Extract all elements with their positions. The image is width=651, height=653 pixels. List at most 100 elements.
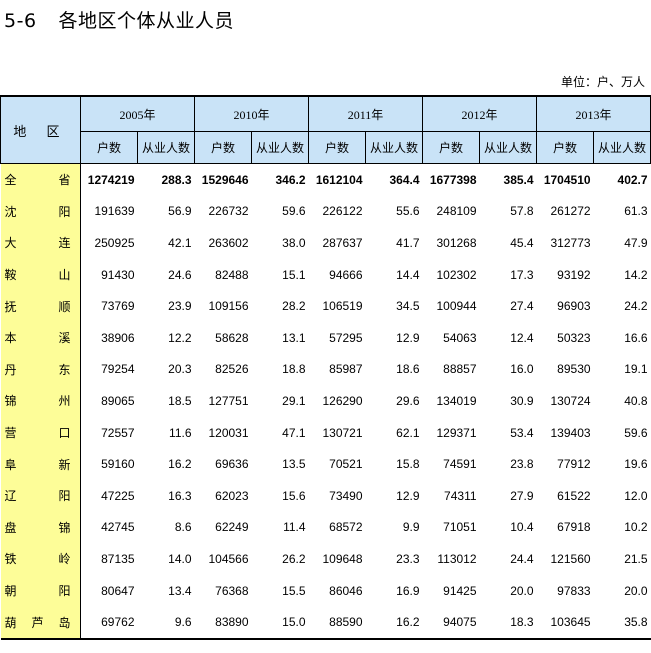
- table-row: 辽阳 47225 16.3 62023 15.6 73490 12.9 74311 27.9 61…: [0, 479, 651, 512]
- households-cell: 312773: [550, 235, 591, 250]
- employees-cell: 12.0: [624, 488, 648, 503]
- households-cell: 86046: [329, 583, 363, 598]
- households-cell: 38906: [101, 330, 135, 345]
- employees-cell: 19.1: [624, 362, 648, 377]
- households-cell: 91430: [101, 267, 135, 282]
- employees-cell: 8.6: [174, 520, 192, 535]
- employees-cell: 16.2: [168, 457, 192, 472]
- region-header: 地 区: [0, 95, 81, 164]
- employees-cell: 12.2: [168, 330, 192, 345]
- employees-cell: 14.2: [624, 267, 648, 282]
- households-cell: 129371: [436, 425, 477, 440]
- employees-cell: 364.4: [365, 162, 423, 196]
- households-cell: 80647: [101, 583, 135, 598]
- employees-cell: 42.1: [168, 235, 192, 250]
- households-cell: 103645: [536, 606, 594, 640]
- year-header: 2011年: [308, 95, 424, 132]
- households-cell: 109648: [322, 551, 363, 566]
- households-cell: 250925: [94, 235, 135, 250]
- employees-cell: 27.4: [510, 299, 534, 314]
- table-row: 丹东 79254 20.3 82526 18.8 85987 18.6 88857 16.0 89…: [0, 353, 651, 386]
- table-row: 葫芦岛 69762 9.6 83890 15.0 88590 16.2 94075 18.3 10…: [0, 606, 651, 640]
- table-row: 本溪 38906 12.2 58628 13.1 57295 12.9 54063 12.4 50…: [0, 321, 651, 354]
- households-cell: 93192: [557, 267, 591, 282]
- region-name: 阜新: [0, 448, 81, 480]
- year-header: 2005年: [79, 95, 196, 132]
- table-row: 营口 72557 11.6 120031 47.1 130721 62.1 129371 53.…: [0, 416, 651, 449]
- employees-cell: 29.1: [282, 393, 306, 408]
- households-cell: 1274219: [80, 162, 138, 196]
- households-header: 户数: [80, 131, 138, 164]
- table-number: 5-6: [4, 10, 37, 32]
- table-row: 大连 250925 42.1 263602 38.0 287637 41.7 301268 45…: [0, 227, 651, 259]
- employees-cell: 402.7: [593, 162, 651, 196]
- households-cell: 58628: [215, 330, 249, 345]
- region-name: 盘锦: [0, 511, 81, 544]
- employees-cell: 21.5: [624, 551, 648, 566]
- employees-cell: 9.9: [402, 520, 420, 535]
- employees-cell: 11.4: [283, 520, 306, 535]
- employees-cell: 346.2: [251, 162, 309, 196]
- employees-cell: 15.5: [282, 583, 306, 598]
- households-cell: 54063: [443, 330, 477, 345]
- region-name: 丹东: [0, 353, 81, 386]
- households-header: 户数: [422, 131, 481, 164]
- households-cell: 47225: [101, 488, 135, 503]
- households-cell: 94666: [329, 267, 363, 282]
- employees-cell: 19.6: [624, 457, 648, 472]
- region-name: 辽阳: [0, 479, 81, 512]
- employees-cell: 59.6: [624, 425, 648, 440]
- households-cell: 77912: [557, 457, 591, 472]
- employees-header: 从业人数: [251, 131, 310, 164]
- households-cell: 73490: [329, 488, 363, 503]
- region-name: 全省: [0, 162, 81, 196]
- households-cell: 82488: [215, 267, 249, 282]
- employees-cell: 14.4: [396, 267, 420, 282]
- employees-cell: 11.6: [169, 425, 192, 440]
- employees-cell: 12.4: [510, 330, 534, 345]
- employees-cell: 12.9: [396, 330, 420, 345]
- employees-cell: 55.6: [396, 204, 420, 219]
- region-name: 营口: [0, 416, 81, 449]
- employees-header: 从业人数: [593, 131, 651, 164]
- employees-cell: 18.8: [282, 362, 306, 377]
- households-cell: 50323: [557, 330, 591, 345]
- households-cell: 263602: [208, 235, 249, 250]
- employees-cell: 27.9: [510, 488, 534, 503]
- households-cell: 226732: [208, 204, 249, 219]
- households-cell: 287637: [322, 235, 363, 250]
- employees-cell: 24.4: [510, 551, 534, 566]
- households-cell: 61522: [557, 488, 591, 503]
- employees-cell: 15.8: [396, 457, 420, 472]
- employees-cell: 57.8: [510, 204, 534, 219]
- year-header: 2010年: [194, 95, 310, 132]
- households-cell: 121560: [550, 551, 591, 566]
- households-cell: 130724: [550, 393, 591, 408]
- employees-cell: 45.4: [510, 235, 534, 250]
- region-name: 抚顺: [0, 290, 81, 322]
- households-cell: 1704510: [536, 162, 594, 196]
- households-cell: 109156: [208, 299, 249, 314]
- table-row: 盘锦 42745 8.6 62249 11.4 68572 9.9 71051 10.4 6791…: [0, 511, 651, 544]
- employees-cell: 62.1: [396, 425, 420, 440]
- households-header: 户数: [536, 131, 595, 164]
- region-name: 大连: [0, 227, 81, 259]
- households-cell: 71051: [443, 520, 477, 535]
- households-cell: 42745: [101, 520, 135, 535]
- households-cell: 1677398: [422, 162, 480, 196]
- region-name: 锦州: [0, 385, 81, 417]
- region-name: 铁岭: [0, 543, 81, 575]
- region-name: 葫芦岛: [0, 606, 81, 640]
- households-cell: 89530: [557, 362, 591, 377]
- year-header: 2012年: [422, 95, 538, 132]
- employees-cell: 26.2: [282, 551, 306, 566]
- households-cell: 226122: [322, 204, 363, 219]
- employees-cell: 59.6: [282, 204, 306, 219]
- households-cell: 74591: [443, 457, 477, 472]
- households-cell: 248109: [436, 204, 477, 219]
- households-cell: 68572: [329, 520, 363, 535]
- employees-cell: 38.0: [282, 235, 306, 250]
- households-cell: 88590: [308, 606, 366, 640]
- region-name: 鞍山: [0, 258, 81, 291]
- employees-cell: 18.5: [168, 393, 192, 408]
